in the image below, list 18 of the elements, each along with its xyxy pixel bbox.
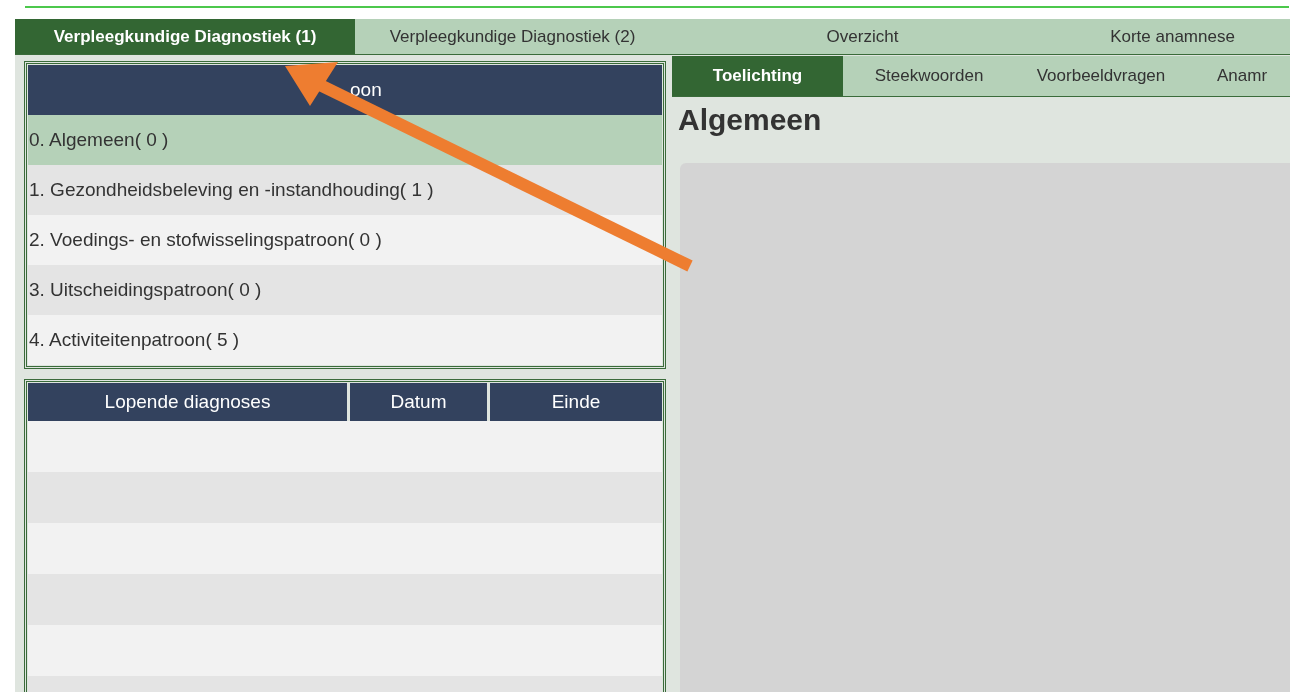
column-header: oon	[28, 65, 662, 115]
tab[interactable]: Toelichting	[672, 56, 843, 96]
tab[interactable]: Verpleegkundige Diagnostiek (1)	[15, 19, 355, 54]
list-item[interactable]: 0. Algemeen( 0 )	[28, 115, 662, 165]
list-item[interactable]: 2. Voedings- en stofwisselingspatroon( 0 )	[28, 215, 662, 265]
tab[interactable]: Verpleegkundige Diagnostiek (2)	[355, 19, 670, 54]
list-item[interactable]: 4. Activiteitenpatroon( 5 )	[28, 315, 662, 365]
section-title: Algemeen	[677, 102, 823, 138]
column-header: Datum	[350, 383, 487, 421]
list-item[interactable]: 1. Gezondheidsbeleving en -instandhouding( 1 )	[28, 165, 662, 215]
tab[interactable]: Overzicht	[670, 19, 1055, 54]
column-header: Lopende diagnoses	[28, 383, 347, 421]
tab[interactable]: Anamr	[1187, 56, 1268, 96]
tab[interactable]: Voorbeeldvragen	[1015, 56, 1187, 96]
tab[interactable]: Steekwoorden	[843, 56, 1015, 96]
tab[interactable]: Korte anamnese	[1055, 19, 1290, 54]
list-item[interactable]: 3. Uitscheidingspatroon( 0 )	[28, 265, 662, 315]
column-header: Einde	[490, 383, 662, 421]
